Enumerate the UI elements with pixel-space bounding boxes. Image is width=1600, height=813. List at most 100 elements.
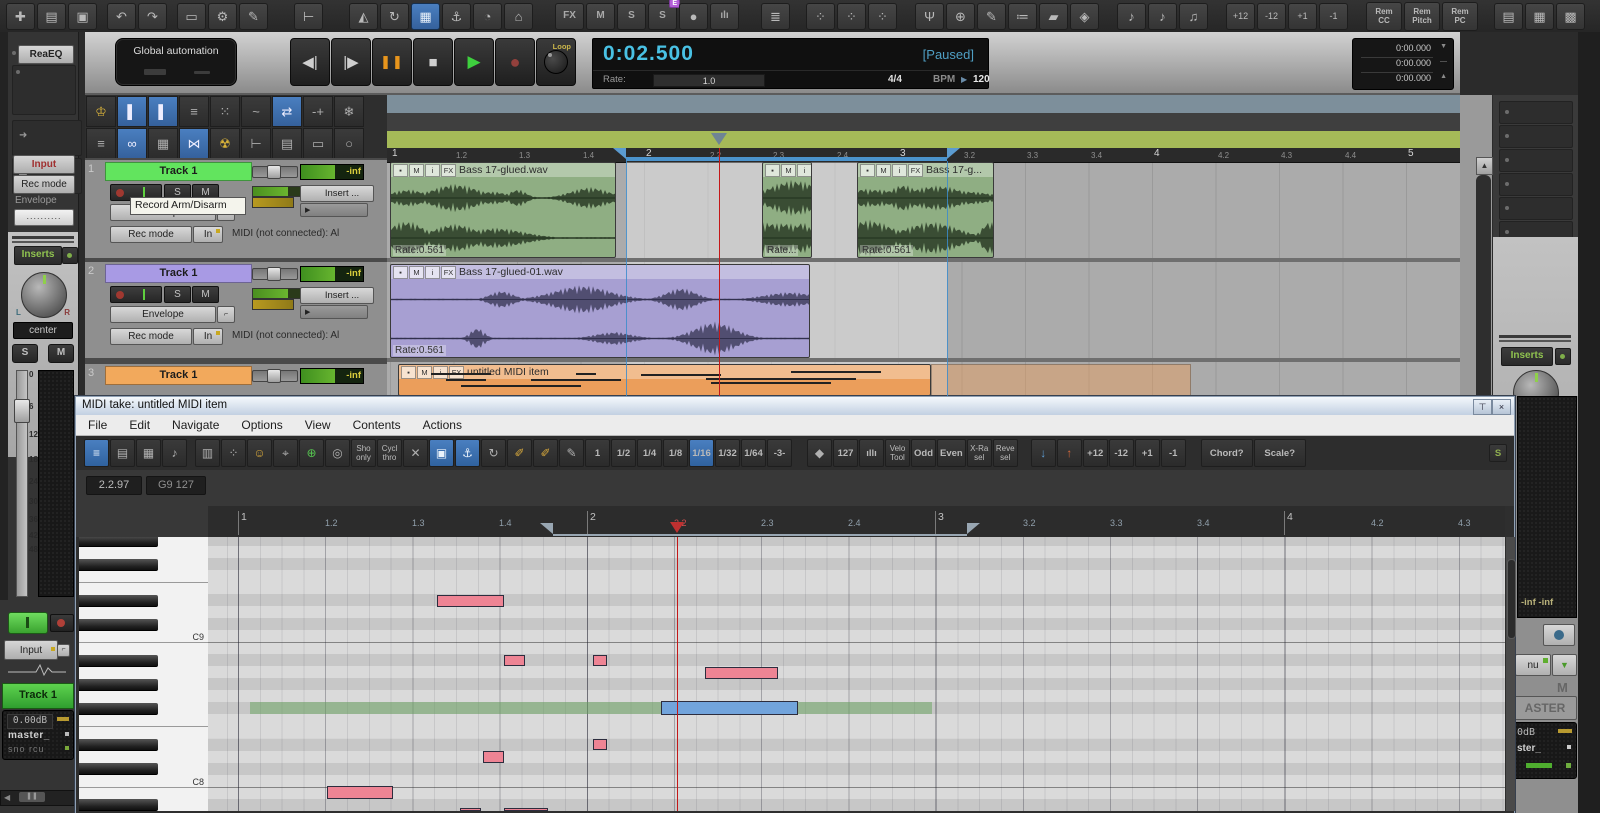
solo-exclusive-button[interactable]: SE [648,0,680,30]
midi-note[interactable] [483,751,504,763]
item-fx-button[interactable]: FX [908,163,923,177]
record-button[interactable]: ● [495,38,535,86]
show-only-button[interactable]: Sho only [351,439,376,467]
black-key[interactable] [79,558,158,571]
track-rec-mode-button[interactable]: Rec mode [110,328,192,345]
track-panel-2[interactable]: 2 Track 1 -inf S M Insert ... ▶ Envelope ⌐ Rec mo… [85,262,387,358]
close-icon[interactable]: × [1492,399,1511,415]
odd-button[interactable]: Odd [911,439,936,467]
len-1-4-button[interactable]: 1/4 [637,439,662,467]
horizontal-scrollbar[interactable]: ◀ ❚❚ [0,790,77,806]
black-key[interactable] [79,702,158,715]
fx-empty-slot[interactable] [12,65,76,115]
record-arm-small-button[interactable] [50,614,74,632]
track-envelope-button[interactable]: Envelope [110,306,216,323]
midi-selection-end[interactable] [967,523,980,534]
black-key[interactable] [79,739,158,752]
item-info-button[interactable]: i [892,163,907,177]
volume-fader[interactable] [14,370,30,597]
fader-b-icon[interactable]: ▌ [148,96,178,127]
midi-note[interactable] [460,808,481,811]
dash-plus-icon[interactable]: -+ [303,96,333,127]
go-end-button[interactable]: |▶ [331,38,371,86]
minus1-button[interactable]: -1 [1160,439,1186,467]
fx-slot-reaeq[interactable]: ReaEQ [18,45,74,64]
item-info-button[interactable]: i [425,265,440,279]
pitch-plus1-button[interactable]: +1 [1288,2,1317,30]
open-project-icon[interactable]: ▤ [37,2,66,30]
aux-arrow-1[interactable]: — [1440,58,1447,65]
midi-editor-titlebar[interactable]: MIDI take: untitled MIDI item ⊤ × [76,397,1514,415]
cc-lane-icon[interactable]: ⌖ [273,439,298,467]
monitor-icon[interactable]: ⌐ [57,644,70,657]
scroll-left-icon[interactable]: ◀ [4,793,10,802]
len-1-64-button[interactable]: 1/64 [741,439,766,467]
black-key[interactable] [79,678,158,691]
midi-ruler[interactable]: 1 2 3 4 1.2 1.3 1.4 2.2 2.3 2.4 3.2 3.3 3.4 4.2 4.3 [208,506,1505,537]
tree-icon[interactable]: ⊢ [241,128,271,159]
mute-button[interactable]: M [586,2,615,30]
len-1-8-button[interactable]: 1/8 [663,439,688,467]
master-fx-slot[interactable] [1499,149,1573,172]
track-input-button[interactable]: In [193,226,223,243]
midi-note[interactable] [593,655,607,666]
item-mute-button[interactable]: M [417,365,432,379]
item-lock-icon[interactable]: ▪ [401,365,416,379]
docker-tab-button[interactable]: S [1489,444,1507,462]
humanize-icon[interactable]: ☺ [247,439,272,467]
pan-knob[interactable] [21,272,67,318]
grid-settings-icon[interactable]: ▥ [195,439,220,467]
insert-fx-button[interactable]: Insert ... [300,287,374,304]
black-key[interactable] [79,763,158,776]
pin-icon[interactable]: ⊤ [1473,399,1492,415]
align-icon[interactable]: ≔ [1008,2,1037,30]
link-icon[interactable]: ∞ [117,128,147,159]
note-a-icon[interactable]: ♪ [1117,2,1146,30]
item-mute-button[interactable]: M [876,163,891,177]
grid-marker-icon[interactable]: ⊢ [294,2,323,30]
insert-dropdown[interactable]: ▶ [300,305,368,319]
crossfade-icon[interactable]: ⋈ [179,128,209,159]
midi-playhead-marker[interactable] [670,522,684,533]
pencil-c-icon[interactable]: ✎ [559,439,584,467]
arrange-vscrollbar[interactable]: ▲ [1460,95,1493,396]
monitor-toggle-button[interactable] [8,612,48,634]
time-signature[interactable]: 4/4 [888,74,902,85]
note-c-icon[interactable]: ♫ [1179,2,1208,30]
len-1-16-button[interactable]: 1/16 [689,439,714,467]
arrange-track-area[interactable]: ▪ Mi FX Bass 17-glued.wav Rate:0.561 ▪ Mi Rate.… [387,162,1460,396]
media-item[interactable]: ▪ Mi FX Bass 17-glued-01.wav Rate:0.561 [390,264,810,358]
inserts-button[interactable]: Inserts [1501,347,1553,366]
midi-note[interactable] [504,808,548,811]
zoom-icon[interactable]: ○ [334,128,364,159]
track-name[interactable]: Track 1 [105,162,252,181]
dots-pattern-icon[interactable]: ⁙ [210,96,240,127]
reve-sel-button[interactable]: Reve sel [992,439,1018,467]
len-1-32-button[interactable]: 1/32 [715,439,740,467]
transport-time-display[interactable]: 0:02.500 [Paused] Rate: 1.0 4/4 BPM ▶ 12… [592,38,990,89]
anchor-icon[interactable]: ⚓ [455,439,480,467]
black-key[interactable] [79,537,158,547]
docker-icon[interactable]: ▦ [411,2,440,30]
cycle-through-button[interactable]: Cycl thro [377,439,402,467]
menu-navigate[interactable]: Navigate [172,418,219,432]
mute-button[interactable]: M [48,344,74,363]
track-name[interactable]: Track 1 [105,264,252,283]
black-key[interactable] [79,654,158,667]
cleanup-brush-icon[interactable]: ✎ [239,2,268,30]
remove-pc-button[interactable]: Rem PC [1442,1,1478,31]
len-1-2-button[interactable]: 1/2 [611,439,636,467]
menu-lines-icon[interactable]: ≡ [86,128,116,159]
track-name[interactable]: Track 1 [105,366,252,385]
badge-icon[interactable]: ◈ [1070,2,1099,30]
dock-icon[interactable]: ▣ [429,439,454,467]
secondary-time-display[interactable]: 0:00.000 ▼ 0:00.000 — 0:00.000 ▲ [1352,38,1454,90]
track-rec-mode-button[interactable]: Rec mode [110,226,192,243]
media-item[interactable]: ▪ Mi FX Bass 17-g... Rate:0.561 [857,162,994,258]
menu-file[interactable]: File [88,418,107,432]
meter-icon[interactable]: ılı [710,2,739,30]
stop-button[interactable]: ■ [413,38,453,86]
gauge-icon[interactable]: ◔ [473,2,502,30]
filter-events-icon[interactable]: ✕ [403,439,428,467]
rec-mode-button[interactable]: Rec mode [13,175,75,194]
